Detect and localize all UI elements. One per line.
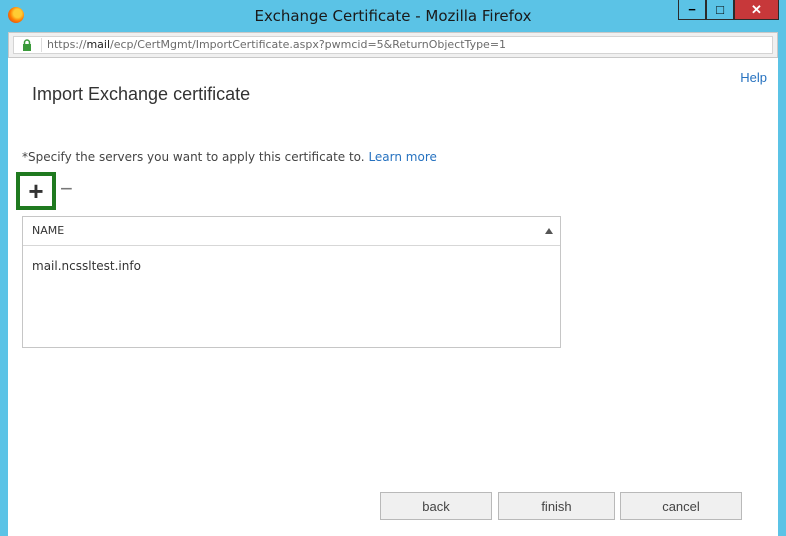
minimize-button[interactable]: − xyxy=(678,0,706,20)
table-header[interactable]: NAME xyxy=(23,217,560,246)
remove-server-button[interactable]: − xyxy=(60,178,73,200)
lock-icon xyxy=(23,39,31,51)
cancel-button[interactable]: cancel xyxy=(620,492,742,520)
instruction-text: *Specify the servers you want to apply t… xyxy=(22,150,437,164)
finish-button[interactable]: finish xyxy=(498,492,615,520)
url-separator xyxy=(41,38,42,52)
servers-table: NAME mail.ncssltest.info xyxy=(22,216,561,348)
plus-icon: + xyxy=(28,176,44,206)
help-link[interactable]: Help xyxy=(740,70,767,85)
instruction-label: *Specify the servers you want to apply t… xyxy=(22,150,365,164)
dialog-content: Help Import Exchange certificate *Specif… xyxy=(8,58,778,536)
maximize-icon: □ xyxy=(716,2,724,17)
url-text: https://mail/ecp/CertMgmt/ImportCertific… xyxy=(47,38,506,51)
address-bar: https://mail/ecp/CertMgmt/ImportCertific… xyxy=(8,32,778,58)
column-header-name: NAME xyxy=(32,224,65,237)
page-title: Import Exchange certificate xyxy=(32,84,251,104)
close-icon: ✕ xyxy=(751,1,762,17)
back-button[interactable]: back xyxy=(380,492,492,520)
url-field[interactable]: https://mail/ecp/CertMgmt/ImportCertific… xyxy=(13,36,773,54)
url-prefix: https:// xyxy=(47,38,87,51)
add-server-button[interactable]: + xyxy=(16,172,56,210)
sort-ascending-icon xyxy=(545,228,553,234)
url-path: /ecp/CertMgmt/ImportCertificate.aspx?pwm… xyxy=(110,38,507,51)
title-bar: Exchange Certificate - Mozilla Firefox −… xyxy=(0,0,786,32)
minimize-icon: − xyxy=(688,2,696,17)
learn-more-link[interactable]: Learn more xyxy=(368,150,436,164)
url-host: mail xyxy=(86,38,111,51)
table-row[interactable]: mail.ncssltest.info xyxy=(32,259,141,273)
close-button[interactable]: ✕ xyxy=(734,0,779,20)
maximize-button[interactable]: □ xyxy=(706,0,734,20)
minus-icon: − xyxy=(60,176,73,201)
window-title: Exchange Certificate - Mozilla Firefox xyxy=(254,7,532,25)
